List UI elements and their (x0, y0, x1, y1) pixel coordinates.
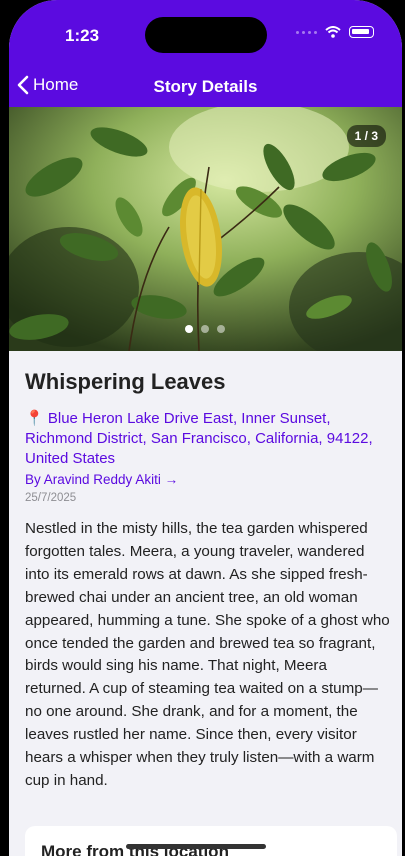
header: 1:23 Home Story Details (9, 0, 402, 107)
pin-icon: 📍 (25, 410, 44, 427)
phone-frame: 1:23 Home Story Details 1 / 3 Whispering… (0, 0, 405, 856)
wifi-icon (325, 26, 341, 38)
story-body: Nestled in the misty hills, the tea gard… (25, 520, 390, 789)
story-content: Whispering Leaves 📍 Blue Heron Lake Driv… (25, 351, 390, 793)
story-title: Whispering Leaves (25, 369, 226, 394)
story-date: 25/7/2025 (25, 492, 77, 504)
battery-icon (349, 26, 374, 38)
dynamic-island (145, 17, 267, 53)
leaves-photo (9, 107, 402, 351)
pager-dot[interactable] (185, 325, 193, 333)
pager-dot[interactable] (217, 325, 225, 333)
image-counter-badge: 1 / 3 (346, 125, 386, 147)
home-indicator[interactable] (126, 844, 266, 849)
page-title: Story Details (153, 77, 258, 96)
status-time: 1:23 (65, 26, 100, 45)
pager-dot[interactable] (201, 325, 209, 333)
image-pager-dots[interactable] (185, 325, 225, 333)
status-icons (296, 26, 374, 38)
story-image[interactable]: 1 / 3 (9, 107, 402, 351)
more-from-location-section: More from this location (25, 826, 397, 856)
screen: 1:23 Home Story Details 1 / 3 Whispering… (9, 0, 402, 856)
location-text: Blue Heron Lake Drive East, Inner Sunset… (25, 410, 373, 467)
location-link[interactable]: 📍 Blue Heron Lake Drive East, Inner Suns… (25, 409, 390, 469)
signal-icon (296, 30, 317, 34)
author-link[interactable]: By Aravind Reddy Akiti → (25, 472, 390, 487)
